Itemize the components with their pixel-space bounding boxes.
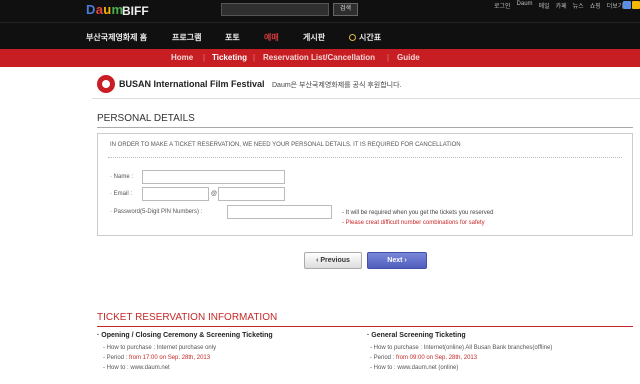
line-value[interactable]: www.daum.net (online)	[397, 365, 458, 371]
line-label: - How to :	[103, 365, 131, 371]
subnav-divider: |	[387, 53, 390, 62]
previous-button[interactable]: ‹ Previous	[304, 252, 362, 269]
subnav-divider: |	[253, 53, 256, 62]
logo-letter: D	[86, 2, 96, 17]
ceremony-period: - Period : from 17:00 on Sep. 28th, 2013	[103, 355, 210, 361]
general-how-to: - How to : www.daum.net (online)	[370, 365, 458, 371]
reservation-info-title: TICKET RESERVATION INFORMATION	[97, 312, 278, 323]
line-value[interactable]: www.daum.net	[130, 365, 169, 371]
search-input[interactable]	[221, 3, 329, 16]
line-label: - How to purchase :	[370, 345, 424, 351]
search-button[interactable]: 검색	[333, 3, 358, 16]
subnav-reservation-list[interactable]: Reservation List/Cancellation	[263, 53, 375, 62]
line-value: from 17:00 on Sep. 28th, 2013	[129, 355, 211, 361]
general-ticketing-title: · General Screening Ticketing	[367, 332, 466, 339]
top-bar: Daum BIFF 검색 로그인 Daum 메일 카페 뉴스 쇼핑 더보기 ▾	[0, 0, 640, 22]
nav-item-ticketing[interactable]: 예매	[264, 32, 279, 43]
util-link-shopping[interactable]: 쇼핑	[590, 1, 601, 10]
site-name[interactable]: BIFF	[122, 4, 149, 18]
email-domain-field[interactable]	[218, 187, 285, 201]
general-period: - Period : from 09:00 on Sep. 28th, 2013	[370, 355, 477, 361]
sponsor-text: Daum은 부산국제영화제를 공식 후원합니다.	[272, 82, 402, 89]
util-link-daum[interactable]: Daum	[517, 1, 533, 10]
main-nav: 부산국제영화제 홈 프로그램 포토 예매 게시판 시간표	[0, 22, 640, 49]
nav-item-timetable[interactable]: 시간표	[349, 32, 381, 43]
line-label: - How to :	[370, 365, 398, 371]
divider	[92, 98, 640, 99]
general-how-to-purchase: - How to purchase : Internet(online) All…	[370, 345, 552, 351]
name-label: · Name :	[110, 174, 134, 180]
ceremony-ticketing-title: · Opening / Closing Ceremony & Screening…	[97, 332, 273, 339]
festival-banner: BUSAN International Film Festival Daum은 …	[92, 73, 632, 97]
subnav-home[interactable]: Home	[171, 53, 193, 62]
line-value: from 09:00 on Sep. 28th, 2013	[396, 355, 478, 361]
app-icons	[623, 1, 640, 9]
app-icon-yellow[interactable]	[632, 1, 640, 9]
sub-nav: Home | Ticketing | Reservation List/Canc…	[0, 49, 640, 67]
divider	[97, 326, 633, 327]
line-value: Internet purchase only	[156, 345, 217, 351]
nav-item-home[interactable]: 부산국제영화제 홈	[86, 32, 147, 43]
util-link-login[interactable]: 로그인	[494, 1, 511, 10]
util-link-news[interactable]: 뉴스	[573, 1, 584, 10]
name-field[interactable]	[142, 170, 285, 184]
nav-item-program[interactable]: 프로그램	[172, 32, 201, 43]
clock-icon	[349, 34, 356, 41]
nav-item-board[interactable]: 게시판	[303, 32, 325, 43]
biff-emblem-icon	[97, 75, 115, 93]
line-value: Internet(online) All Busan Bank branches…	[423, 345, 553, 351]
divider	[97, 127, 633, 128]
next-button[interactable]: Next ›	[367, 252, 427, 269]
line-label: - How to purchase :	[103, 345, 157, 351]
password-field[interactable]	[227, 205, 332, 219]
at-symbol: @	[211, 191, 218, 197]
password-hint: - It will be required when you get the t…	[342, 210, 494, 216]
form-notice: IN ORDER TO MAKE A TICKET RESERVATION, W…	[110, 142, 461, 148]
subnav-divider: |	[203, 53, 206, 62]
festival-name: BUSAN International Film Festival	[119, 79, 265, 89]
ceremony-how-to: - How to : www.daum.net	[103, 365, 170, 371]
personal-details-form: IN ORDER TO MAKE A TICKET RESERVATION, W…	[97, 133, 633, 236]
ceremony-how-to-purchase: - How to purchase : Internet purchase on…	[103, 345, 216, 351]
line-label: - Period :	[370, 355, 397, 361]
divider	[108, 157, 622, 158]
util-link-cafe[interactable]: 카페	[556, 1, 567, 10]
email-user-field[interactable]	[142, 187, 209, 201]
subnav-guide[interactable]: Guide	[397, 53, 420, 62]
email-label: · Email :	[110, 191, 133, 197]
app-icon-blue[interactable]	[623, 1, 631, 9]
daum-logo[interactable]: Daum	[86, 2, 123, 17]
password-warning: - Please creat difficult number combinat…	[342, 220, 485, 226]
nav-item-timetable-label: 시간표	[359, 33, 382, 42]
nav-item-photo[interactable]: 포토	[225, 32, 240, 43]
password-label: · Password(5-Digit PIN Numbers) :	[110, 209, 203, 215]
line-label: - Period :	[103, 355, 130, 361]
util-link-mail[interactable]: 메일	[539, 1, 550, 10]
subnav-ticketing[interactable]: Ticketing	[212, 53, 247, 62]
personal-details-title: PERSONAL DETAILS	[97, 113, 195, 124]
utility-links: 로그인 Daum 메일 카페 뉴스 쇼핑 더보기 ▾	[494, 1, 628, 10]
